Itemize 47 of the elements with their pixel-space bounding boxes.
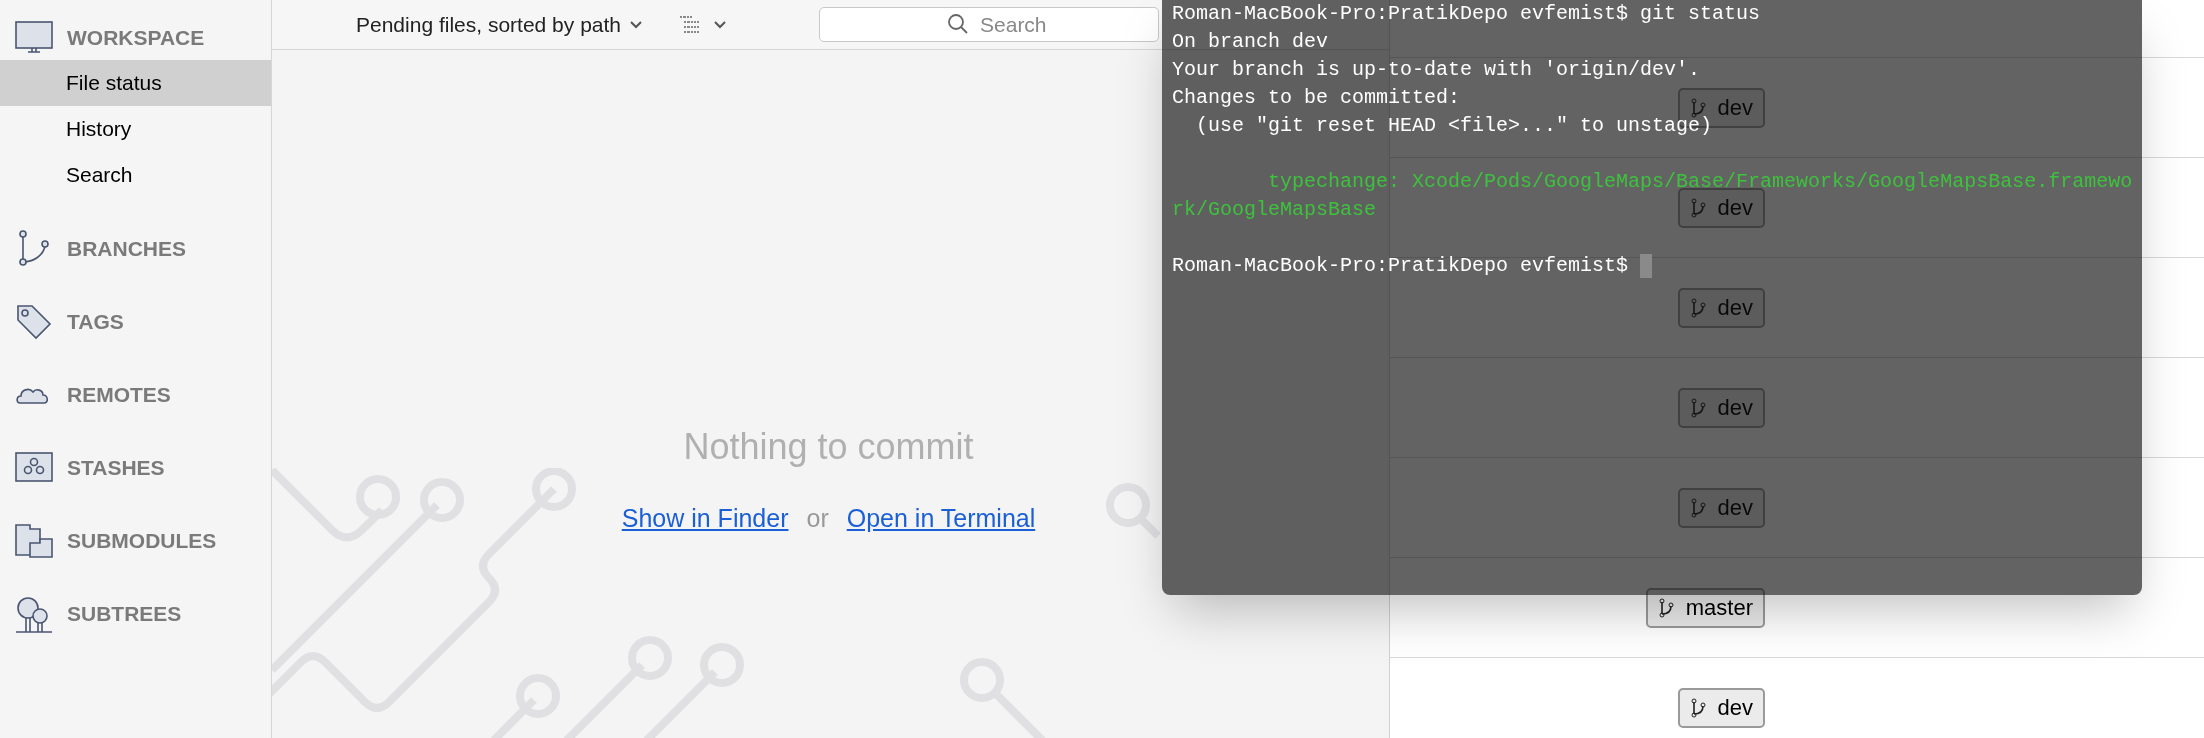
trees-icon (14, 594, 54, 634)
branch-icon (1689, 297, 1706, 318)
view-options-button[interactable] (679, 14, 727, 35)
tag-icon (14, 302, 54, 342)
list-icon (679, 14, 701, 35)
branch-name: dev (1717, 294, 1753, 322)
branch-icon (1689, 197, 1706, 218)
section-header[interactable]: BRANCHES (67, 233, 186, 265)
terminal-prompt: Roman-MacBook-Pro:PratikDepo evfemist$ (1172, 253, 1630, 279)
section-header[interactable]: STASHES (67, 452, 165, 484)
terminal-line: Your branch is up-to-date with 'origin/dev'. (1172, 57, 1701, 83)
branch-icon (1689, 497, 1706, 518)
branch-icon (1689, 397, 1706, 418)
section-header[interactable]: SUBTREES (67, 598, 182, 630)
section-header[interactable]: REMOTES (67, 379, 171, 411)
section-header[interactable]: SUBMODULES (67, 525, 217, 557)
branch-name: dev (1717, 94, 1753, 122)
sidebar-item[interactable]: File status (0, 60, 271, 106)
section-header[interactable]: WORKSPACE (67, 22, 205, 54)
search-field[interactable]: Search (819, 7, 1159, 42)
empty-state-message: Nothing to commit (683, 425, 974, 469)
branch-name: dev (1717, 494, 1753, 522)
link[interactable]: Open in Terminal (846, 500, 1036, 538)
branch-name: dev (1717, 194, 1753, 222)
terminal-line: (use "git reset HEAD <file>..." to unstage) (1195, 113, 1713, 139)
sidebar-item[interactable]: Search (0, 152, 271, 198)
section-header[interactable]: TAGS (67, 306, 124, 338)
separator-text: or (806, 503, 829, 534)
terminal-line: Changes to be committed: (1172, 85, 1461, 111)
chevron-down-icon (629, 19, 643, 30)
branch-icon (1689, 697, 1706, 718)
branch-icon (1657, 597, 1674, 618)
sidebar-item[interactable]: History (0, 106, 271, 152)
branch-icon (1689, 97, 1706, 118)
branch-name: dev (1717, 694, 1753, 722)
text-cursor (1640, 254, 1653, 278)
chevron-down-icon (713, 19, 727, 30)
search-icon (947, 13, 969, 35)
terminal-line: On branch dev (1172, 29, 1329, 55)
terminal-line: typechange: Xcode/Pods/GoogleMaps/Base/Frameworks/GoogleMapsBase.framewo (1267, 169, 2133, 195)
link[interactable]: Show in Finder (621, 500, 789, 538)
branch-name: dev (1717, 394, 1753, 422)
sort-dropdown[interactable]: Pending files, sorted by path (356, 8, 643, 41)
branch-name: master (1685, 594, 1753, 622)
terminal-prompt: Roman-MacBook-Pro:PratikDepo evfemist$ git status (1172, 1, 1761, 27)
folders-icon (14, 521, 54, 561)
terminal-line: rk/GoogleMapsBase (1172, 197, 1377, 223)
